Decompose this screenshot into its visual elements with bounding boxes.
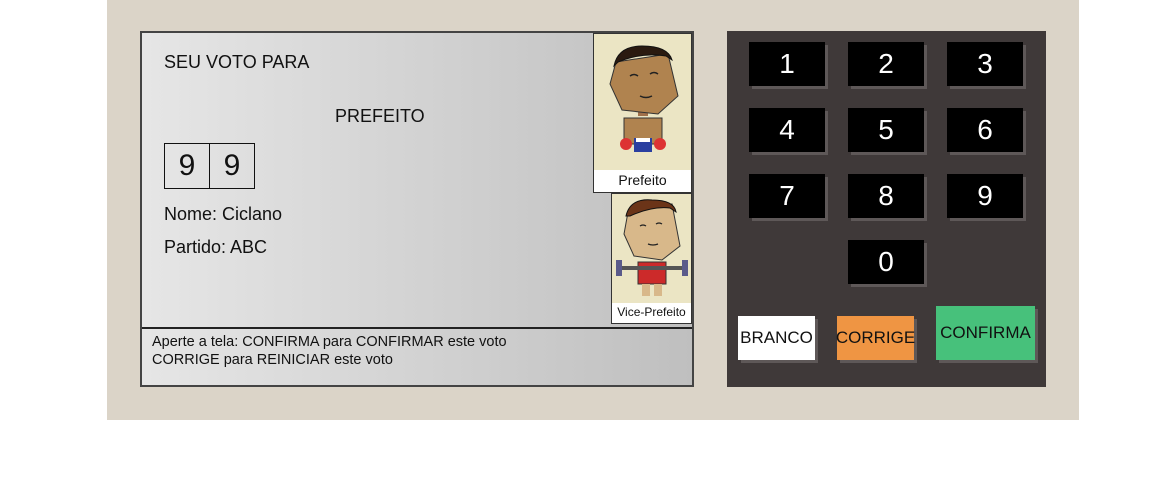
key-4[interactable]: 4 [749, 108, 825, 152]
mayor-avatar-image [594, 34, 691, 170]
office-title: PREFEITO [335, 106, 425, 126]
instruction-confirm: Aperte a tela: CONFIRMA para CONFIRMAR e… [152, 334, 507, 350]
key-3[interactable]: 3 [947, 42, 1023, 86]
instruction-correct: CORRIGE para REINICIAR este voto [152, 352, 393, 368]
key-9[interactable]: 9 [947, 174, 1023, 218]
mayor-photo: Prefeito [593, 33, 692, 193]
vice-mayor-photo: Vice-Prefeito [611, 193, 692, 324]
voting-machine: SEU VOTO PARA PREFEITO 9 9 Nome: Ciclano… [107, 0, 1079, 420]
digit-box-2: 9 [209, 143, 255, 189]
keypad: 1 2 3 4 5 6 7 8 9 0 BRANCO CORRIGE CONFI… [727, 31, 1046, 387]
candidate-name: Nome: Ciclano [164, 204, 283, 224]
key-6[interactable]: 6 [947, 108, 1023, 152]
corrige-button[interactable]: CORRIGE [836, 316, 915, 360]
vice-mayor-photo-caption: Vice-Prefeito [617, 305, 686, 319]
key-8[interactable]: 8 [848, 174, 924, 218]
branco-button[interactable]: BRANCO [738, 316, 815, 360]
key-2[interactable]: 2 [848, 42, 924, 86]
key-1[interactable]: 1 [749, 42, 825, 86]
instructions-footer: Aperte a tela: CONFIRMA para CONFIRMAR e… [142, 327, 692, 387]
key-5[interactable]: 5 [848, 108, 924, 152]
key-7[interactable]: 7 [749, 174, 825, 218]
mayor-photo-caption: Prefeito [618, 172, 667, 188]
digit-box-1: 9 [164, 143, 210, 189]
vote-heading: SEU VOTO PARA [164, 52, 310, 72]
key-0[interactable]: 0 [848, 240, 924, 284]
candidate-party: Partido: ABC [164, 237, 268, 257]
vice-mayor-avatar-image [612, 194, 691, 303]
number-digits: 9 9 [164, 143, 255, 189]
confirma-button[interactable]: CONFIRMA [936, 306, 1035, 360]
ballot-screen: SEU VOTO PARA PREFEITO 9 9 Nome: Ciclano… [140, 31, 694, 387]
